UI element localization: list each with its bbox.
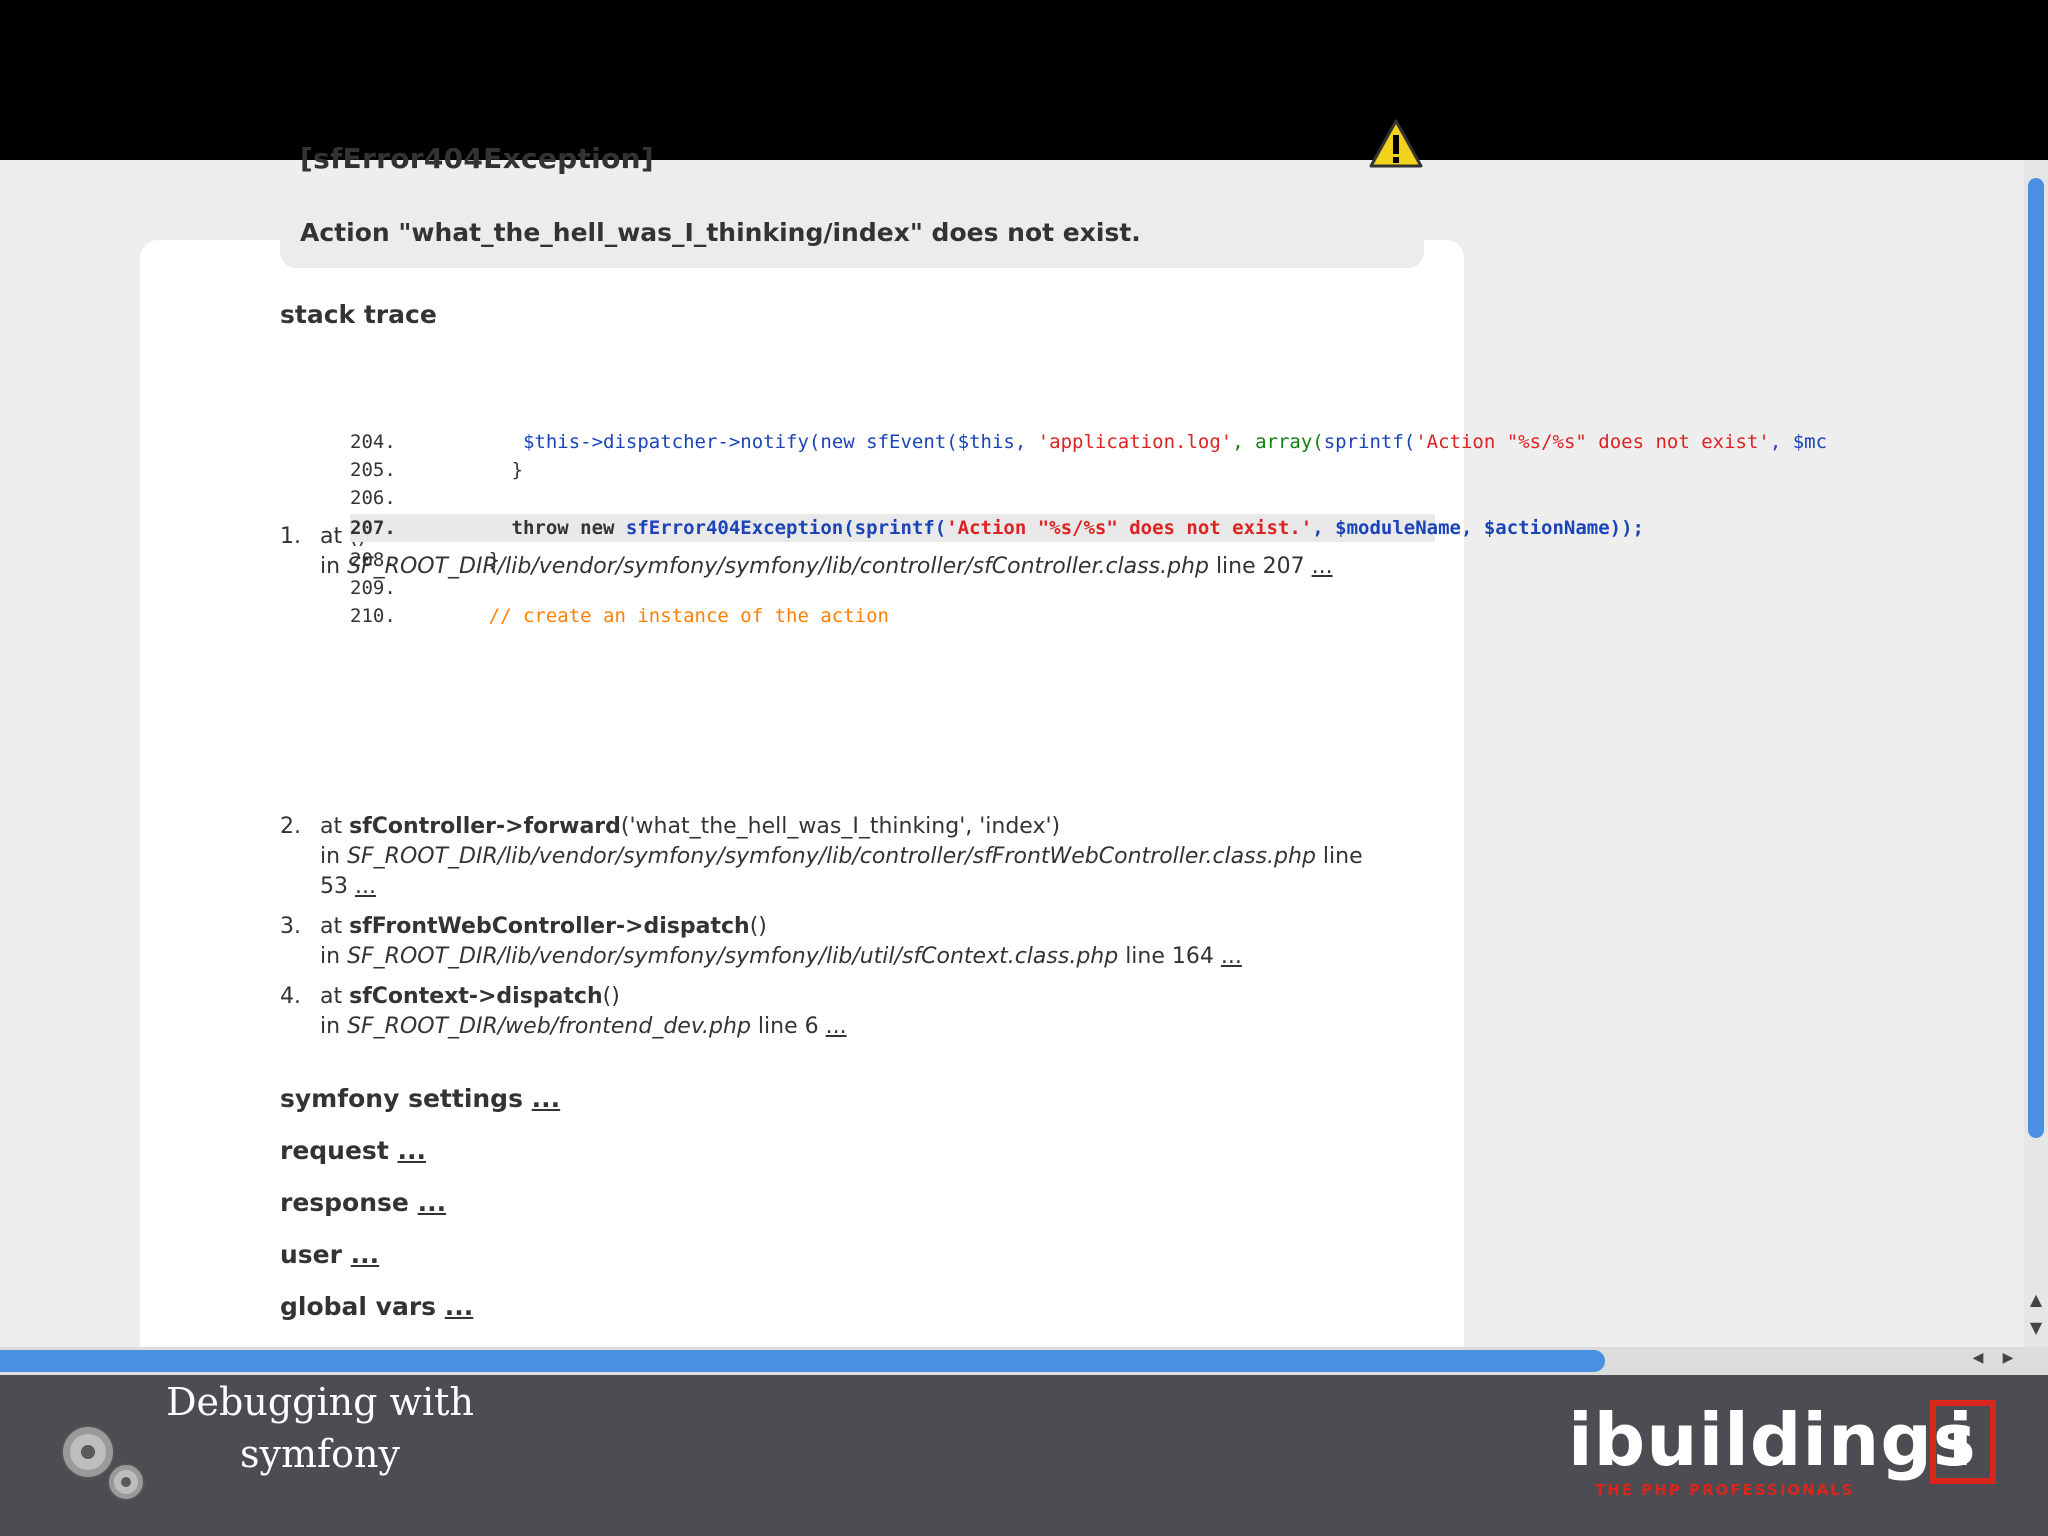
trace-line: line 207 — [1208, 554, 1312, 579]
scroll-down-icon[interactable]: ▼ — [2026, 1318, 2046, 1340]
trace-args: () — [602, 984, 620, 1009]
code-line-209: 209. — [350, 577, 396, 599]
trace-args: () — [749, 914, 767, 939]
code-line-208: 208. } — [350, 549, 501, 571]
trace-entry-4: 4. at sfContext->dispatch() in SF_ROOT_DI… — [280, 984, 847, 1039]
brand-logo-i: i — [1948, 1398, 1973, 1482]
trace-expand-link[interactable]: ... — [826, 1014, 847, 1039]
trace-args: ('what_the_hell_was_I_thinking', 'index'… — [620, 814, 1061, 839]
trace-expand-link[interactable]: ... — [1312, 554, 1333, 579]
code-line-207-highlighted: 207. throw new sfError404Exception(sprin… — [350, 514, 1644, 542]
slide-title: Debugging with symfony — [150, 1376, 490, 1480]
trace-expand-link[interactable]: ... — [1221, 944, 1242, 969]
trace-line: line 164 — [1118, 944, 1221, 969]
trace-call: sfController->forward — [349, 814, 621, 839]
scroll-up-icon[interactable]: ▲ — [2026, 1290, 2046, 1312]
response-link[interactable]: response ... — [280, 1188, 446, 1217]
trace-at: at — [320, 984, 350, 1009]
trace-number: 2. — [280, 814, 301, 839]
trace-line: line 6 — [750, 1014, 826, 1039]
horizontal-scroll-thumb[interactable] — [0, 1350, 1605, 1372]
warning-icon — [1369, 119, 1423, 168]
slide-title-line-1: Debugging with — [166, 1380, 474, 1424]
trace-expand-link[interactable]: ... — [355, 874, 376, 899]
slide-title-line-2: symfony — [240, 1432, 400, 1476]
trace-entry-2: 2. at sfController->forward('what_the_hel… — [280, 814, 1363, 899]
trace-line: line — [1315, 844, 1363, 869]
trace-at: at — [320, 914, 350, 939]
trace-entry-3: 3. at sfFrontWebController->dispatch() in… — [280, 914, 1242, 969]
request-link[interactable]: request ... — [280, 1136, 426, 1165]
gears-icon — [61, 1425, 145, 1501]
scroll-left-icon[interactable]: ◀ — [1965, 1350, 1991, 1372]
trace-path: SF_ROOT_DIR/lib/vendor/symfony/symfony/l… — [347, 844, 1316, 869]
trace-call: sfFrontWebController->dispatch — [349, 914, 750, 939]
scroll-right-icon[interactable]: ▶ — [1995, 1350, 2021, 1372]
trace-line-number: 53 — [320, 874, 355, 899]
code-line-204: 204. $this->dispatcher->notify(new sfEve… — [350, 431, 1828, 453]
code-line-210: 210. // create an instance of the action — [350, 605, 889, 627]
presentation-top-bar — [0, 0, 2048, 160]
user-link[interactable]: user ... — [280, 1240, 379, 1269]
trace-at: at — [320, 814, 350, 839]
trace-number: 4. — [280, 984, 301, 1009]
error-title: [sfError404Exception] — [300, 142, 654, 175]
code-line-205: 205. } — [350, 459, 523, 481]
trace-number: 1. — [280, 524, 301, 549]
code-line-206: 206. — [350, 487, 396, 509]
brand-tagline: THE PHP PROFESSIONALS — [1595, 1481, 1855, 1499]
brand-logo-text: ibuildings — [1568, 1398, 1977, 1482]
trace-number: 3. — [280, 914, 301, 939]
trace-path: SF_ROOT_DIR/lib/vendor/symfony/symfony/l… — [347, 944, 1119, 969]
stack-trace-heading: stack trace — [280, 300, 437, 329]
trace-path: SF_ROOT_DIR/web/frontend_dev.php — [347, 1014, 751, 1039]
global-vars-link[interactable]: global vars ... — [280, 1292, 473, 1321]
symfony-settings-link[interactable]: symfony settings ... — [280, 1084, 560, 1113]
vertical-scroll-thumb[interactable] — [2028, 178, 2044, 1138]
error-message: Action "what_the_hell_was_I_thinking/ind… — [300, 218, 1141, 247]
trace-call: sfContext->dispatch — [349, 984, 603, 1009]
